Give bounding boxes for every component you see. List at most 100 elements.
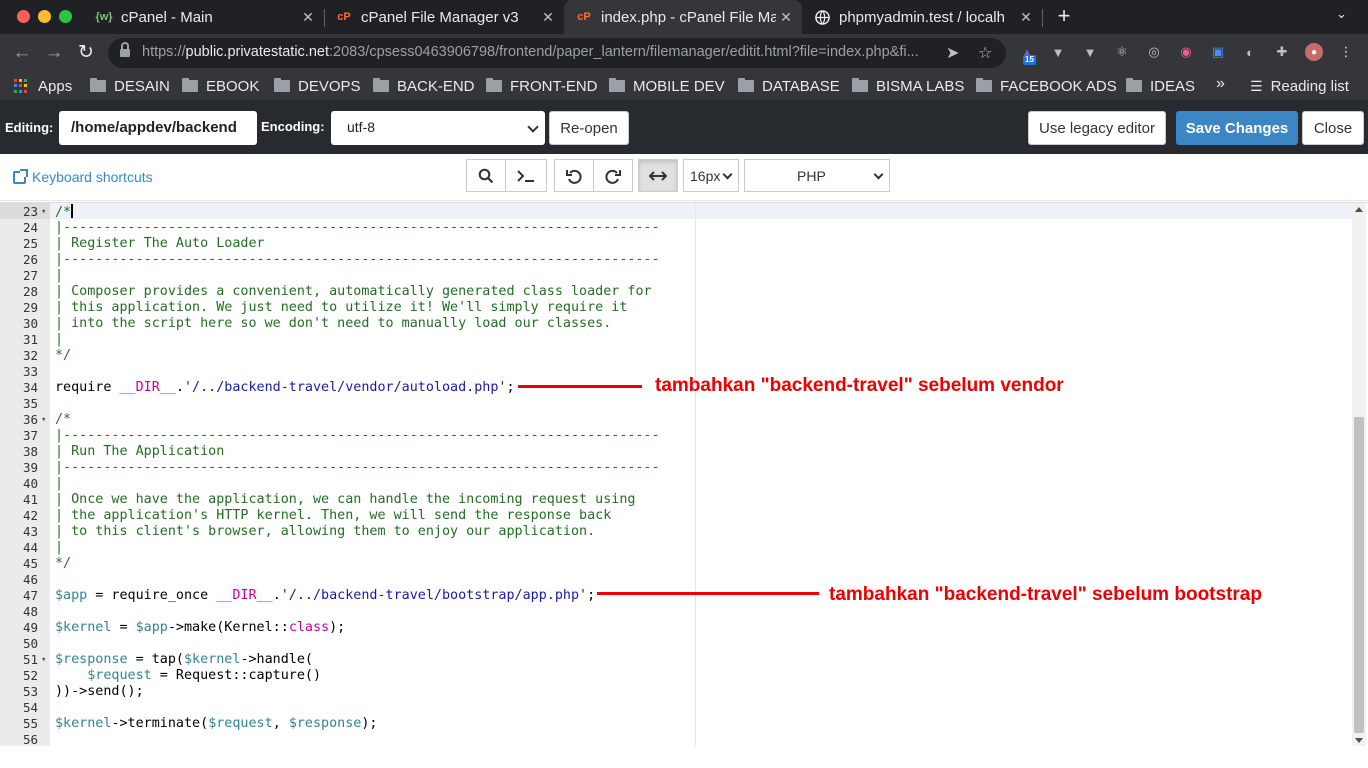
- code-editor[interactable]: 23 ▾/* 24 |--------------------------------…: [0, 202, 1368, 746]
- browser-tab-index-php[interactable]: cP index.php - cPanel File Ma ✕: [564, 0, 802, 34]
- new-tab-button[interactable]: +: [1053, 4, 1075, 30]
- reading-list-icon: ☰: [1250, 77, 1263, 94]
- bookmark-apps[interactable]: Apps: [14, 76, 72, 96]
- keyboard-shortcuts-link[interactable]: Keyboard shortcuts: [13, 168, 153, 185]
- bookmark-folder[interactable]: DESAIN: [90, 76, 170, 96]
- legacy-editor-button[interactable]: Use legacy editor: [1028, 111, 1166, 145]
- reading-list[interactable]: ☰ Reading list: [1250, 76, 1349, 96]
- address-bar[interactable]: https://public.privatestatic.net:2083/cp…: [108, 38, 1006, 68]
- folder-icon: [609, 78, 625, 92]
- browser-tab-strip: {w} cPanel - Main ✕ cP cPanel File Manag…: [0, 0, 1368, 34]
- bookmark-folder[interactable]: BACK-END: [373, 76, 475, 96]
- bookmark-folder[interactable]: EBOOK: [182, 76, 259, 96]
- chevron-down-icon: [527, 121, 539, 133]
- vertical-scrollbar[interactable]: [1352, 203, 1366, 746]
- url-text: https://public.privatestatic.net:2083/cp…: [142, 44, 919, 60]
- translate-icon[interactable]: ▣: [1209, 43, 1227, 61]
- undo-button[interactable]: [554, 159, 594, 192]
- active-line-highlight: [50, 203, 1352, 219]
- browser-menu-icon[interactable]: ⋮: [1337, 43, 1355, 61]
- code-text: | Run The Application: [55, 444, 225, 459]
- bookmark-star-icon[interactable]: ☆: [978, 43, 992, 63]
- goto-line-button[interactable]: [505, 159, 547, 192]
- extensions-puzzle-icon[interactable]: ✚: [1273, 43, 1291, 61]
- file-path-field[interactable]: /home/appdev/backend: [59, 111, 257, 145]
- reload-icon[interactable]: ↻: [75, 42, 97, 64]
- dark-mode-icon[interactable]: ◐: [1241, 43, 1259, 61]
- bookmark-folder[interactable]: FRONT-END: [486, 76, 598, 96]
- apps-grid-icon: [14, 78, 29, 94]
- profile-avatar[interactable]: ●: [1305, 43, 1323, 61]
- close-tab-icon[interactable]: ✕: [1016, 9, 1036, 26]
- close-tab-icon[interactable]: ✕: [776, 9, 796, 26]
- forward-icon[interactable]: →: [43, 42, 65, 64]
- scroll-up-icon[interactable]: [1355, 207, 1363, 212]
- bookmark-folder[interactable]: IDEAS: [1126, 76, 1195, 96]
- target-icon[interactable]: ◎: [1145, 43, 1163, 61]
- redo-button[interactable]: [593, 159, 633, 192]
- code-text: $kernel = $app->make(Kernel::class);: [55, 620, 346, 635]
- editor-toolbar: Keyboard shortcuts 16px PHP: [0, 154, 1368, 201]
- cpanel-logo-icon: cP: [577, 11, 591, 23]
- line-number: 29: [22, 300, 38, 315]
- browser-tab-cpanel-main[interactable]: {w} cPanel - Main ✕: [84, 0, 324, 34]
- fold-toggle-icon[interactable]: ▾: [41, 204, 46, 220]
- scroll-down-icon[interactable]: [1355, 738, 1363, 743]
- vuejs-devtools-icon[interactable]: ▼: [1049, 43, 1067, 61]
- close-tab-icon[interactable]: ✕: [298, 9, 318, 26]
- color-picker-icon[interactable]: ◉: [1177, 43, 1195, 61]
- save-changes-button[interactable]: Save Changes: [1176, 111, 1298, 145]
- horizontal-arrows-icon: [649, 170, 667, 181]
- react-devtools-icon[interactable]: ⚛: [1113, 43, 1131, 61]
- bookmark-folder[interactable]: DEVOPS: [274, 76, 361, 96]
- bookmarks-overflow-button[interactable]: »: [1216, 75, 1225, 93]
- folder-icon: [486, 78, 502, 92]
- line-number: 48: [22, 604, 38, 619]
- folder-icon: [274, 78, 290, 92]
- close-tab-icon[interactable]: ✕: [538, 9, 558, 26]
- back-icon[interactable]: ←: [11, 42, 33, 64]
- scrollbar-thumb[interactable]: [1354, 417, 1364, 733]
- fold-toggle-icon[interactable]: ▾: [41, 412, 46, 428]
- send-icon[interactable]: ➤: [946, 43, 959, 63]
- encoding-select[interactable]: utf-8: [331, 111, 545, 145]
- code-text: $response = tap($kernel->handle(: [55, 652, 313, 667]
- bookmark-folder[interactable]: FACEBOOK ADS: [976, 76, 1117, 96]
- editor-header: Editing: /home/appdev/backend Encoding: …: [0, 100, 1368, 154]
- undo-icon: [566, 169, 582, 184]
- close-button[interactable]: Close: [1302, 111, 1364, 145]
- vuejs-alt-icon[interactable]: ▼: [1081, 43, 1099, 61]
- code-text: | the application's HTTP kernel. Then, w…: [55, 508, 612, 523]
- minimize-window-button[interactable]: [38, 10, 51, 23]
- line-number: 45: [22, 556, 38, 571]
- search-button[interactable]: [466, 159, 506, 192]
- line-number: 37: [22, 428, 38, 443]
- bookmark-folder[interactable]: BISMA LABS: [852, 76, 964, 96]
- line-number: 35: [22, 396, 38, 411]
- browser-toolbar: ← → ↻ https://public.privatestatic.net:2…: [0, 34, 1368, 72]
- line-number: 30: [22, 316, 38, 331]
- wrap-toggle-button[interactable]: [638, 159, 678, 192]
- maximize-window-button[interactable]: [59, 10, 72, 23]
- fold-toggle-icon[interactable]: ▾: [41, 652, 46, 668]
- reopen-button[interactable]: Re-open: [549, 111, 629, 145]
- tab-search-icon[interactable]: ⌄: [1336, 6, 1347, 22]
- code-text: $app = require_once __DIR__.'/../backend…: [55, 588, 596, 603]
- line-number: 36: [22, 412, 38, 427]
- code-text: require __DIR__.'/../backend-travel/vend…: [55, 380, 515, 395]
- browser-tab-file-manager[interactable]: cP cPanel File Manager v3 ✕: [324, 0, 564, 34]
- mode-select[interactable]: PHP: [744, 159, 890, 192]
- code-text: */: [55, 556, 72, 571]
- print-margin: [695, 203, 696, 746]
- browser-tab-phpmyadmin[interactable]: phpmyadmin.test / localh ✕: [802, 0, 1042, 34]
- terminal-icon: [517, 169, 534, 182]
- close-window-button[interactable]: [17, 10, 30, 23]
- chevron-down-icon: [873, 169, 884, 180]
- font-size-select[interactable]: 16px: [683, 159, 739, 192]
- line-number: 47: [22, 588, 38, 603]
- code-text: /*: [55, 204, 73, 220]
- code-text: $kernel->terminate($request, $response);: [55, 716, 378, 731]
- bookmark-folder[interactable]: DATABASE: [738, 76, 840, 96]
- bookmark-folder[interactable]: MOBILE DEV: [609, 76, 725, 96]
- line-number: 52: [22, 668, 38, 683]
